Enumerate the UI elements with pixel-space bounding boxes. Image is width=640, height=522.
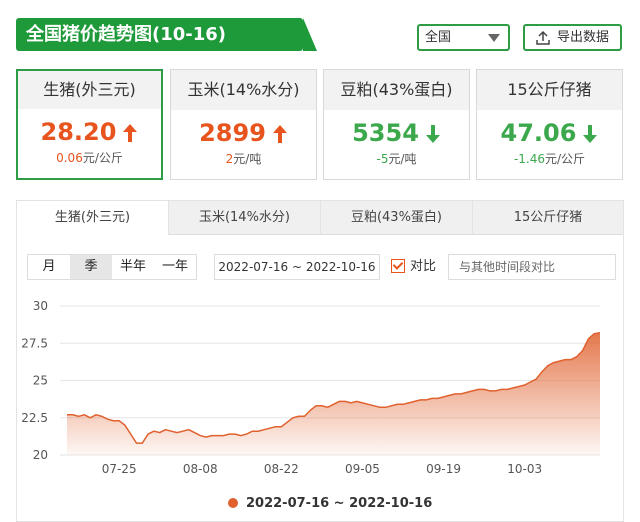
legend-label: 2022-07-16 ~ 2022-10-16 [246,496,433,511]
x-tick-label: 08-08 [183,462,218,476]
chart-legend: 2022-07-16 ~ 2022-10-16 [228,496,432,511]
price-chart: 20 22.5 25 27.5 30 07-25 08-08 08-22 09-05 09-19 1… [21,299,601,476]
y-tick-label: 30 [33,299,48,313]
legend-dot [228,497,238,508]
x-tick-label: 10-03 [507,462,542,476]
y-tick-label: 25 [33,374,48,388]
x-tick-label: 07-25 [102,462,137,476]
y-tick-label: 27.5 [21,336,48,350]
x-tick-label: 09-19 [426,462,461,476]
x-tick-label: 09-05 [345,462,380,476]
x-tick-label: 08-22 [264,462,299,476]
y-tick-label: 20 [33,448,48,462]
y-tick-label: 22.5 [21,411,48,425]
